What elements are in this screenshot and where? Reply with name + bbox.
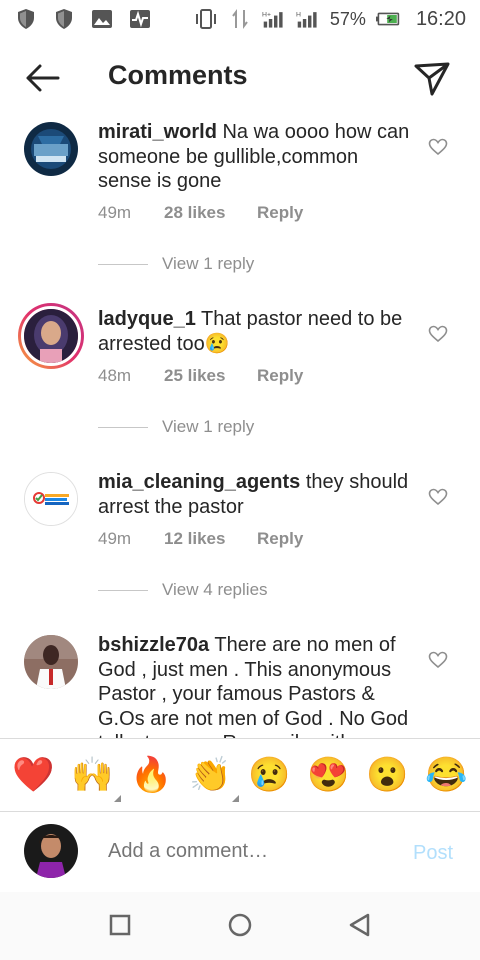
emoji-crying[interactable]: 😢 [246, 758, 294, 792]
recents-icon[interactable] [107, 912, 133, 938]
view-replies-button[interactable]: View 1 reply [98, 417, 254, 437]
emoji-laughing[interactable]: 😂 [423, 758, 471, 792]
emoji-heart[interactable]: ❤️ [10, 758, 58, 792]
divider-line [98, 589, 148, 591]
comment-list[interactable]: mirati_world Na wa oooo how can someone … [0, 116, 480, 738]
comment-text: mirati_world Na wa oooo how can someone … [98, 120, 416, 194]
page-title: Comments [108, 60, 248, 90]
comment-time: 49m [98, 529, 132, 548]
svg-text:H+: H+ [262, 11, 271, 18]
signal-icon: H [296, 8, 320, 30]
system-nav-bar [0, 892, 480, 960]
skin-tone-indicator [231, 795, 239, 802]
comment-username[interactable]: mirati_world [98, 121, 217, 143]
emoji-fire[interactable]: 🔥 [128, 758, 176, 792]
reply-button[interactable]: Reply [257, 203, 303, 223]
comment-text: mia_cleaning_agents they should arrest t… [98, 470, 416, 519]
comment-username[interactable]: mia_cleaning_agents [98, 471, 300, 493]
comment-meta: 48m 25 likes Reply [98, 366, 303, 386]
clock: 16:20 [415, 7, 466, 30]
emoji-glyph: 👏 [189, 756, 232, 794]
add-comment-bar: Post [0, 812, 480, 892]
view-replies-label: View 4 replies [162, 580, 268, 599]
view-replies-button[interactable]: View 4 replies [98, 580, 268, 600]
emoji-raised-hands[interactable]: 🙌 [69, 756, 121, 802]
svg-text:H: H [296, 11, 301, 18]
heart-icon[interactable] [428, 325, 448, 343]
shield-icon [14, 8, 38, 30]
comment-username[interactable]: ladyque_1 [98, 308, 196, 330]
battery-icon [375, 8, 400, 30]
reply-button[interactable]: Reply [257, 366, 303, 386]
emoji-bar: ❤️ 🙌 🔥 👏 😢 😍 😮 😂 [0, 738, 480, 812]
back-triangle-icon[interactable] [347, 912, 373, 938]
view-replies-button[interactable]: View 1 reply [98, 254, 254, 274]
home-icon[interactable] [227, 912, 253, 938]
shield-icon [52, 8, 76, 30]
skin-tone-indicator [113, 795, 121, 802]
battery-percent: 57% [329, 8, 366, 29]
comment-username[interactable]: bshizzle70a [98, 634, 209, 656]
emoji-glyph: 🙌 [71, 756, 114, 794]
emoji-heart-eyes[interactable]: 😍 [305, 758, 353, 792]
image-icon [90, 8, 114, 30]
view-replies-label: View 1 reply [162, 417, 255, 436]
activity-icon [128, 8, 152, 30]
post-button[interactable]: Post [413, 842, 453, 865]
status-bar: H+ H 57% 16:20 [0, 0, 480, 38]
data-icon [228, 8, 252, 30]
comment-time: 49m [98, 203, 132, 222]
paper-plane-icon[interactable] [412, 58, 452, 98]
avatar-image [21, 306, 81, 366]
divider-line [98, 426, 148, 428]
comment-text: ladyque_1 That pastor need to be arreste… [98, 307, 416, 356]
avatar[interactable] [24, 122, 78, 176]
view-replies-label: View 1 reply [162, 254, 255, 273]
comment-likes[interactable]: 28 likes [164, 203, 257, 223]
heart-icon[interactable] [428, 651, 448, 669]
comment-meta: 49m 28 likes Reply [98, 203, 303, 223]
vibrate-icon [194, 8, 218, 30]
signal-icon: H+ [262, 8, 286, 30]
avatar[interactable] [18, 303, 84, 369]
divider-line [98, 263, 148, 265]
avatar[interactable] [24, 472, 78, 526]
comment-time: 48m [98, 366, 132, 385]
comment-likes[interactable]: 25 likes [164, 366, 257, 386]
arrow-left-icon[interactable] [22, 62, 62, 94]
emoji-surprised[interactable]: 😮 [364, 758, 412, 792]
header: Comments [0, 40, 480, 116]
reply-button[interactable]: Reply [257, 529, 303, 549]
avatar[interactable] [24, 635, 78, 689]
comment-input[interactable] [108, 840, 388, 863]
comment-text: bshizzle70a There are no men of God , ju… [98, 633, 416, 738]
emoji-clap[interactable]: 👏 [187, 756, 239, 802]
my-avatar [24, 824, 78, 878]
comment-likes[interactable]: 12 likes [164, 529, 257, 549]
heart-icon[interactable] [428, 138, 448, 156]
heart-icon[interactable] [428, 488, 448, 506]
comment-meta: 49m 12 likes Reply [98, 529, 303, 549]
